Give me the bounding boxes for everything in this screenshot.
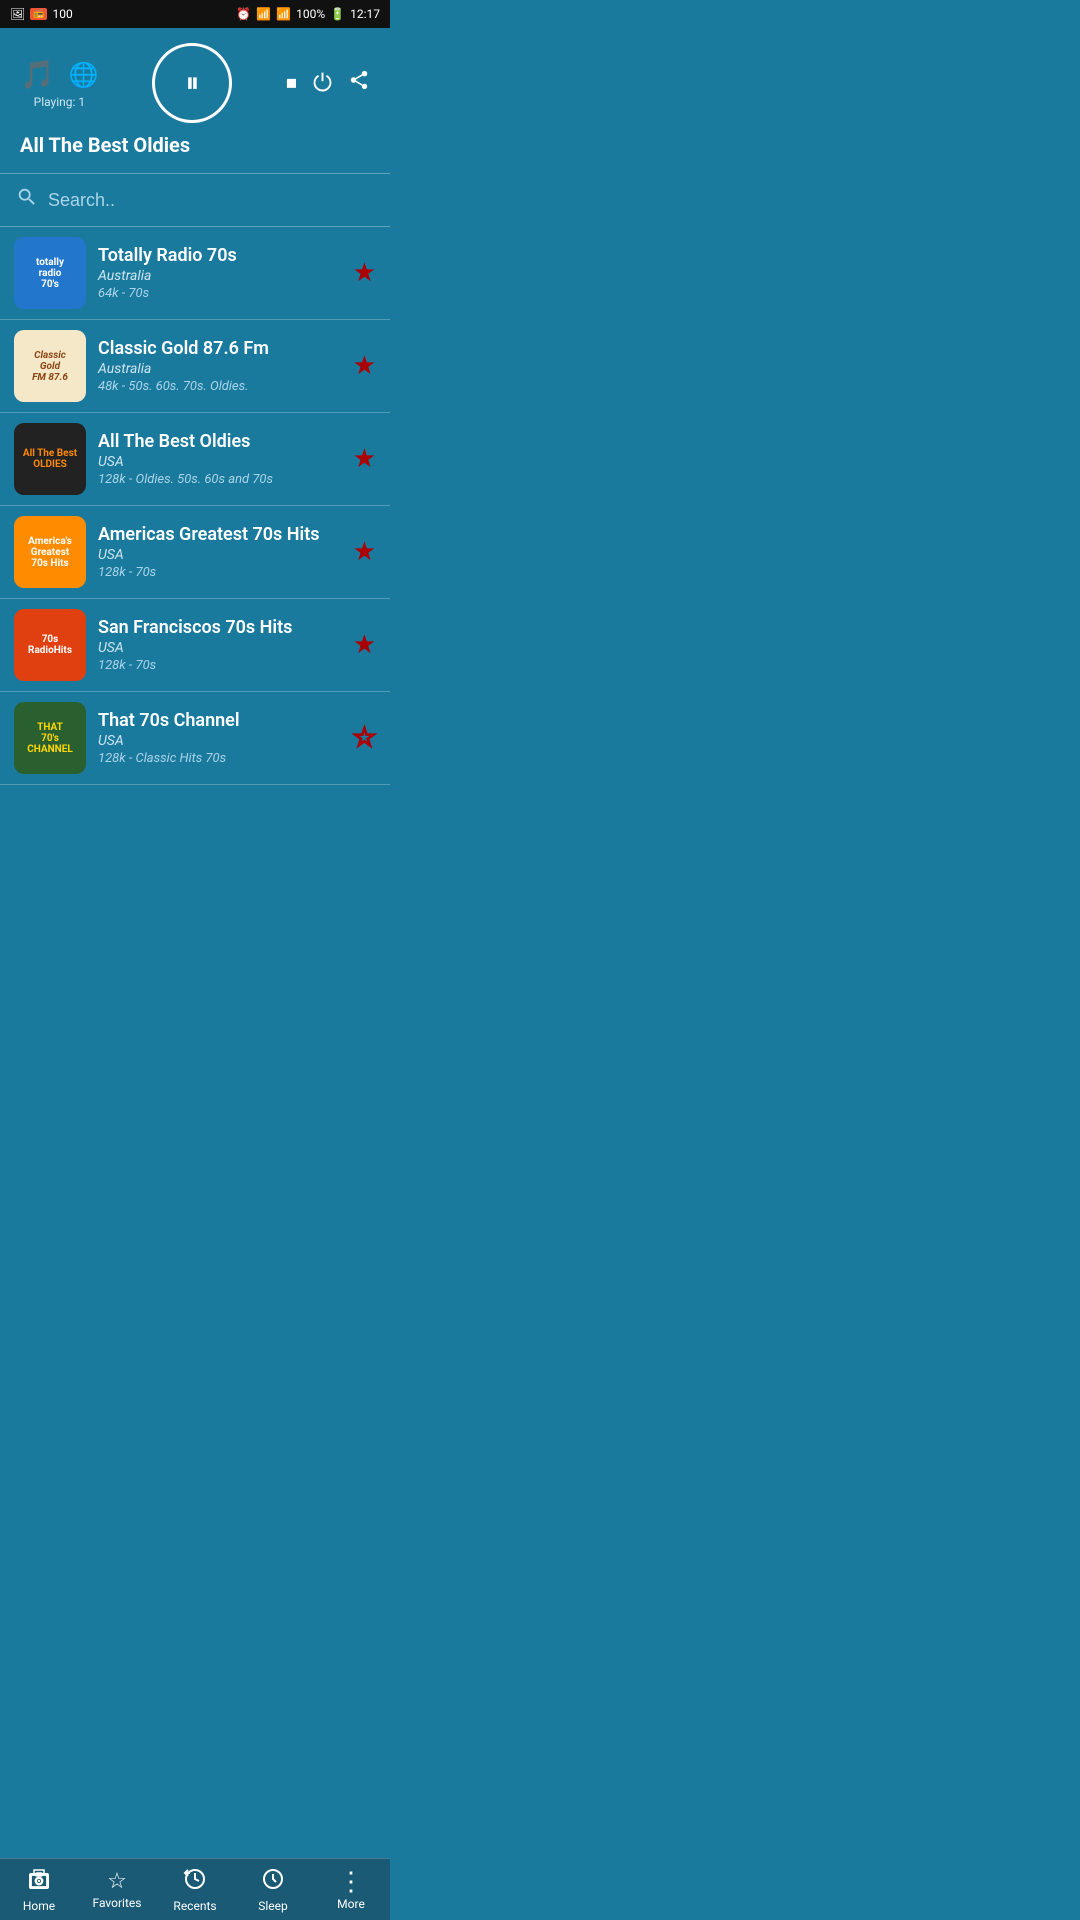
station-meta: 128k - 70s	[98, 658, 341, 673]
station-meta: 48k - 50s. 60s. 70s. Oldies.	[98, 379, 341, 394]
station-country: Australia	[98, 361, 341, 377]
station-logo: ClassicGoldFM 87.6	[14, 330, 86, 402]
station-logo: All The BestOLDIES	[14, 423, 86, 495]
favorites-icon: ☆	[107, 1869, 127, 1894]
station-name: That 70s Channel	[98, 710, 341, 731]
nav-favorites-label: Favorites	[93, 1896, 142, 1910]
right-controls: ⏹ ⏻	[286, 69, 370, 97]
station-meta: 128k - Oldies. 50s. 60s and 70s	[98, 472, 341, 487]
station-info: All The Best Oldies USA 128k - Oldies. 50s…	[98, 431, 341, 487]
station-name: Totally Radio 70s	[98, 245, 341, 266]
favorite-star[interactable]: ★	[353, 351, 376, 381]
nav-home[interactable]: Home	[0, 1859, 78, 1920]
sleep-icon	[261, 1867, 285, 1897]
clock: 12:17	[350, 7, 380, 21]
left-controls: 🎵 🌐 Playing: 1	[20, 58, 99, 109]
station-item[interactable]: All The BestOLDIES All The Best Oldies USA…	[0, 413, 390, 506]
radio-icon: 📻	[30, 8, 47, 20]
station-country: Australia	[98, 268, 341, 284]
player-area: 🎵 🌐 Playing: 1 ⏸ ⏹ ⏻ All The Best Oldies	[0, 28, 390, 173]
station-info: Americas Greatest 70s Hits USA 128k - 70s	[98, 524, 341, 580]
search-icon	[16, 186, 38, 214]
station-logo: totallyradio70's	[14, 237, 86, 309]
status-right: ⏰ 📶 📶 100% 🔋 12:17	[236, 7, 380, 21]
search-bar	[0, 174, 390, 227]
nav-sleep-label: Sleep	[258, 1899, 288, 1913]
station-meta: 128k - Classic Hits 70s	[98, 751, 341, 766]
signal-icon: 📶	[276, 7, 291, 21]
share-button[interactable]	[348, 69, 370, 97]
home-icon	[27, 1867, 51, 1897]
globe-icon[interactable]: 🌐	[69, 61, 99, 89]
alarm-icon: ⏰	[236, 7, 251, 21]
station-country: USA	[98, 547, 341, 563]
search-input[interactable]	[48, 190, 374, 211]
favorite-star[interactable]: ☆	[353, 723, 376, 753]
station-item[interactable]: ClassicGoldFM 87.6 Classic Gold 87.6 Fm Au…	[0, 320, 390, 413]
nav-favorites[interactable]: ☆ Favorites	[78, 1859, 156, 1920]
stop-button[interactable]: ⏹	[286, 71, 297, 96]
status-bar: 🖼 📻 100 ⏰ 📶 📶 100% 🔋 12:17	[0, 0, 390, 28]
station-meta: 64k - 70s	[98, 286, 341, 301]
status-left: 🖼 📻 100	[10, 7, 73, 21]
station-name: Americas Greatest 70s Hits	[98, 524, 341, 545]
station-info: That 70s Channel USA 128k - Classic Hits 7…	[98, 710, 341, 766]
station-item[interactable]: totallyradio70's Totally Radio 70s Austral…	[0, 227, 390, 320]
player-controls-row: 🎵 🌐 Playing: 1 ⏸ ⏹ ⏻	[20, 43, 370, 123]
nav-more[interactable]: ⋮ More	[312, 1859, 390, 1920]
battery-icon: 🔋	[330, 7, 345, 21]
station-item[interactable]: 70sRadioHits San Franciscos 70s Hits USA 12…	[0, 599, 390, 692]
battery-count: 100	[52, 7, 72, 21]
power-button[interactable]: ⏻	[313, 69, 332, 97]
station-meta: 128k - 70s	[98, 565, 341, 580]
wifi-icon: 📶	[256, 7, 271, 21]
photo-icon: 🖼	[10, 7, 25, 21]
favorite-star[interactable]: ★	[353, 537, 376, 567]
station-logo: THAT70'sCHANNEL	[14, 702, 86, 774]
battery-pct: 100%	[296, 7, 325, 21]
favorite-star[interactable]: ★	[353, 630, 376, 660]
now-playing-title: All The Best Oldies	[20, 123, 370, 163]
station-logo: 70sRadioHits	[14, 609, 86, 681]
station-country: USA	[98, 454, 341, 470]
nav-more-label: More	[337, 1897, 365, 1911]
more-icon: ⋮	[338, 1869, 364, 1895]
station-name: All The Best Oldies	[98, 431, 341, 452]
music-icon[interactable]: 🎵	[20, 58, 55, 91]
pause-button[interactable]: ⏸	[152, 43, 232, 123]
favorite-star[interactable]: ★	[353, 444, 376, 474]
bottom-nav: Home ☆ Favorites Recents Sleep ⋮ More	[0, 1858, 390, 1920]
pause-icon: ⏸	[185, 67, 199, 100]
station-country: USA	[98, 733, 341, 749]
playing-label: Playing: 1	[34, 95, 86, 109]
station-list: totallyradio70's Totally Radio 70s Austral…	[0, 227, 390, 785]
nav-sleep[interactable]: Sleep	[234, 1859, 312, 1920]
nav-recents-label: Recents	[173, 1899, 216, 1913]
station-info: San Franciscos 70s Hits USA 128k - 70s	[98, 617, 341, 673]
favorite-star[interactable]: ★	[353, 258, 376, 288]
station-logo: America'sGreatest70s Hits	[14, 516, 86, 588]
station-info: Totally Radio 70s Australia 64k - 70s	[98, 245, 341, 301]
nav-home-label: Home	[23, 1899, 55, 1913]
station-item[interactable]: America'sGreatest70s HitsAmericas Greate…	[0, 506, 390, 599]
recents-icon	[183, 1867, 207, 1897]
station-name: San Franciscos 70s Hits	[98, 617, 341, 638]
station-name: Classic Gold 87.6 Fm	[98, 338, 341, 359]
station-item[interactable]: THAT70'sCHANNEL That 70s Channel USA 128k -…	[0, 692, 390, 785]
station-country: USA	[98, 640, 341, 656]
nav-recents[interactable]: Recents	[156, 1859, 234, 1920]
station-info: Classic Gold 87.6 Fm Australia 48k - 50s. …	[98, 338, 341, 394]
